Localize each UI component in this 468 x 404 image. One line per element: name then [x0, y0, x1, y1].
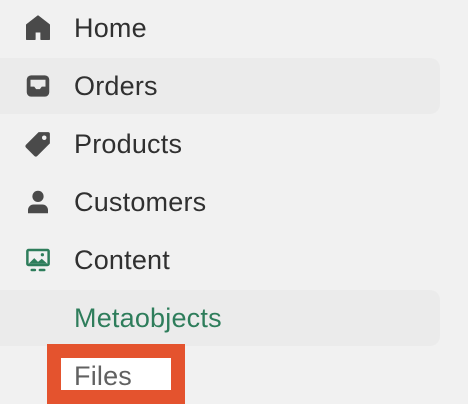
- sidebar-subitem-label: Metaobjects: [74, 302, 222, 333]
- sidebar-item-label: Customers: [74, 186, 207, 217]
- image-icon: [22, 244, 54, 276]
- sidebar-subitem-label: Files: [74, 360, 133, 391]
- sidebar-item-orders[interactable]: Orders: [0, 58, 440, 114]
- sidebar-item-label: Products: [74, 128, 183, 159]
- sidebar-subitem-metaobjects[interactable]: Metaobjects: [0, 290, 440, 346]
- sidebar-item-customers[interactable]: Customers: [0, 174, 440, 230]
- home-icon: [22, 12, 54, 44]
- sidebar-nav: Home Orders Products Customers Content M…: [0, 0, 468, 404]
- sidebar-subitem-files[interactable]: Files: [0, 348, 440, 404]
- sidebar-item-label: Home: [74, 12, 147, 43]
- sidebar-item-label: Orders: [74, 70, 158, 101]
- sidebar-item-content[interactable]: Content: [0, 232, 440, 288]
- sidebar-item-products[interactable]: Products: [0, 116, 440, 172]
- inbox-icon: [22, 70, 54, 102]
- sidebar-item-home[interactable]: Home: [0, 0, 440, 56]
- tag-icon: [22, 128, 54, 160]
- person-icon: [22, 186, 54, 218]
- sidebar-item-label: Content: [74, 244, 170, 275]
